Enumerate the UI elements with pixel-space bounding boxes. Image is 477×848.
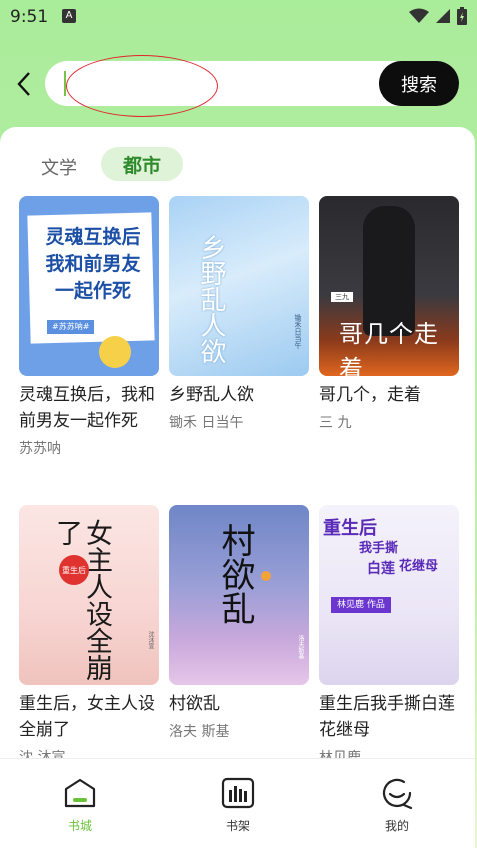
cover-line: 灵魂互换后 bbox=[45, 226, 141, 248]
cover-author-side: 锄禾日当午 bbox=[294, 314, 302, 349]
content-panel: 文学 都市 灵魂互换后 我和前男友 一起作死 #苏苏呐# 灵魂互换后，我和前男友… bbox=[0, 127, 475, 848]
book-cover: 三九 哥几个走着 bbox=[319, 196, 459, 376]
cover-title: 灵魂互换后 我和前男友 一起作死 bbox=[33, 224, 153, 305]
book-card[interactable]: 村欲乱 洛夫斯基 村欲乱 洛夫 斯基 bbox=[169, 505, 309, 741]
book-title: 哥几个，走着 bbox=[319, 385, 421, 405]
app-notification-icon: A bbox=[62, 9, 76, 23]
book-cover: 重生后 我手撕 白莲 花继母 林见鹿 作品 bbox=[319, 505, 459, 685]
book-cover: 灵魂互换后 我和前男友 一起作死 #苏苏呐# bbox=[19, 196, 159, 376]
cover-tag: 林见鹿 作品 bbox=[331, 597, 391, 613]
cover-author-side: 洛夫斯基 bbox=[297, 635, 304, 659]
cover-title: 女主人设全崩了 bbox=[51, 519, 112, 681]
emoji-icon bbox=[99, 336, 131, 368]
cover-seal: 重生后 bbox=[59, 555, 89, 585]
chevron-left-icon bbox=[17, 72, 30, 96]
status-icons bbox=[409, 7, 467, 25]
book-cover: 乡野乱人欲 锄禾日当午 bbox=[169, 196, 309, 376]
cover-badge: 三九 bbox=[331, 292, 353, 302]
book-card[interactable]: 灵魂互换后 我和前男友 一起作死 #苏苏呐# 灵魂互换后，我和前男友一起作死 苏… bbox=[19, 196, 159, 458]
cover-line: 重生后 bbox=[323, 518, 377, 539]
cover-line: 一起作死 bbox=[54, 280, 131, 302]
book-author: 三 九 bbox=[319, 415, 352, 431]
book-card[interactable]: 重生后 我手撕 白莲 花继母 林见鹿 作品 重生后我手撕白莲花继母 林见鹿 bbox=[319, 505, 459, 767]
nav-label: 我的 bbox=[384, 819, 409, 833]
bottom-nav: 书城 书架 我的 bbox=[0, 758, 475, 848]
cover-tag: #苏苏呐# bbox=[47, 320, 95, 334]
cover-line: 我和前男友 bbox=[45, 253, 141, 275]
book-card[interactable]: 女主人设全崩了 重生后 沈沐宣 重生后，女主人设全崩了 沈 沐宣 bbox=[19, 505, 159, 767]
cover-author-side: 沈沐宣 bbox=[147, 631, 154, 649]
signal-icon bbox=[436, 9, 450, 23]
cover-title: 村欲乱 bbox=[215, 523, 255, 625]
cover-title: 重生后 我手撕 白莲 花继母 bbox=[319, 518, 459, 578]
nav-item-bookshelf[interactable]: 书架 bbox=[203, 777, 273, 834]
book-title: 乡野乱人欲 bbox=[169, 385, 254, 405]
bookshelf-icon bbox=[221, 777, 255, 809]
status-bar: 9:51 A bbox=[0, 0, 477, 34]
book-title: 灵魂互换后，我和前男友一起作死 bbox=[19, 385, 155, 431]
wifi-icon bbox=[409, 8, 429, 23]
book-cover: 女主人设全崩了 重生后 沈沐宣 bbox=[19, 505, 159, 685]
tab-literature[interactable]: 文学 bbox=[41, 154, 77, 180]
profile-icon bbox=[382, 778, 413, 810]
book-title: 重生后，女主人设全崩了 bbox=[19, 694, 155, 740]
nav-label: 书城 bbox=[67, 819, 92, 833]
tab-city[interactable]: 都市 bbox=[101, 147, 183, 181]
book-author: 苏苏呐 bbox=[19, 441, 61, 457]
nav-item-bookstore[interactable]: 书城 bbox=[45, 777, 115, 834]
cover-line: 我手撕 bbox=[359, 541, 399, 556]
search-input[interactable] bbox=[63, 69, 363, 98]
book-card[interactable]: 三九 哥几个走着 哥几个，走着 三 九 bbox=[319, 196, 459, 432]
search-button[interactable]: 搜索 bbox=[379, 61, 459, 106]
status-time: 9:51 bbox=[10, 7, 49, 27]
book-author: 洛夫 斯基 bbox=[169, 724, 230, 740]
back-button[interactable] bbox=[10, 68, 38, 100]
book-card[interactable]: 乡野乱人欲 锄禾日当午 乡野乱人欲 锄禾 日当午 bbox=[169, 196, 309, 432]
book-author: 锄禾 日当午 bbox=[169, 415, 244, 431]
book-title: 村欲乱 bbox=[169, 694, 220, 714]
nav-label: 书架 bbox=[225, 819, 250, 833]
book-title: 重生后我手撕白莲花继母 bbox=[319, 694, 455, 740]
cover-title: 乡野乱人欲 bbox=[196, 234, 226, 364]
cover-title: 哥几个走着 bbox=[339, 320, 439, 376]
nav-item-profile[interactable]: 我的 bbox=[362, 777, 432, 834]
lantern-icon bbox=[261, 571, 271, 581]
home-icon bbox=[64, 778, 96, 808]
book-cover: 村欲乱 洛夫斯基 bbox=[169, 505, 309, 685]
battery-icon bbox=[457, 7, 467, 25]
